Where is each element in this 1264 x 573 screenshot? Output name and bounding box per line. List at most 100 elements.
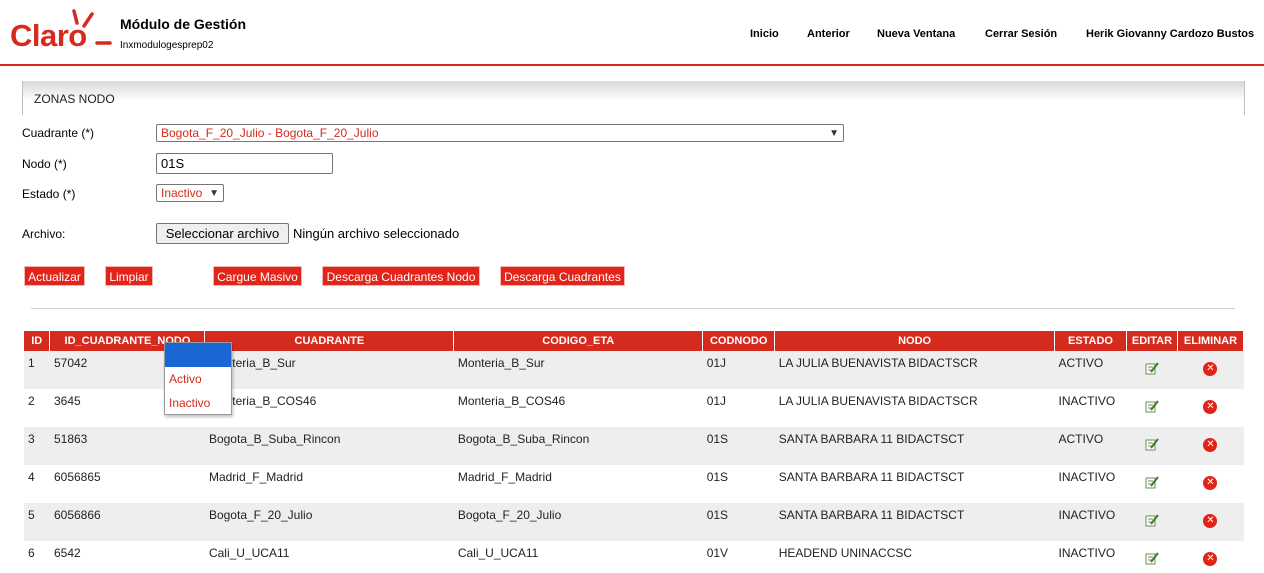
table-row: 5 6056866 Bogota_F_20_Julio Bogota_F_20_Jul… — [24, 503, 1244, 541]
cell-eliminar: ✕ — [1177, 541, 1244, 573]
cell-cuadrante: Bogota_B_Suba_Rincon — [204, 427, 454, 465]
nav-inicio[interactable]: Inicio — [750, 28, 779, 40]
archivo-label: Archivo: — [22, 227, 66, 241]
cell-cuadrante: Cali_U_UCA11 — [204, 541, 454, 573]
dropdown-option-inactivo[interactable]: Inactivo — [165, 391, 231, 415]
cell-id: 2 — [24, 389, 50, 427]
cell-nodo: SANTA BARBARA 11 BIDACTSCT — [774, 503, 1055, 541]
section-title: ZONAS NODO — [34, 92, 115, 106]
limpiar-button[interactable]: Limpiar — [105, 266, 153, 286]
cell-cuadrante: Monteria_B_COS46 — [204, 389, 454, 427]
cuadrante-select[interactable]: Bogota_F_20_Julio - Bogota_F_20_Julio ▼ — [156, 124, 844, 142]
col-cuadrante[interactable]: CUADRANTE — [204, 331, 455, 351]
edit-icon[interactable] — [1145, 362, 1159, 375]
cell-eliminar: ✕ — [1177, 389, 1244, 427]
chevron-down-icon: ▼ — [829, 128, 839, 139]
cell-cuadrante: Bogota_F_20_Julio — [204, 503, 454, 541]
section-bar: ZONAS NODO — [22, 81, 1245, 115]
table-row: 3 51863 Bogota_B_Suba_Rincon Bogota_B_Suba_… — [24, 427, 1244, 465]
cell-cuadrante: Madrid_F_Madrid — [204, 465, 454, 503]
cell-eliminar: ✕ — [1177, 427, 1244, 465]
cell-editar — [1126, 465, 1178, 503]
table-row: 4 6056865 Madrid_F_Madrid Madrid_F_Madrid 01… — [24, 465, 1244, 503]
cell-codigo-eta: Bogota_F_20_Julio — [453, 503, 703, 541]
claro-logo[interactable]: Claro — [8, 8, 114, 53]
cell-nodo: SANTA BARBARA 11 BIDACTSCT — [774, 427, 1055, 465]
cell-estado: INACTIVO — [1054, 389, 1127, 427]
cell-eliminar: ✕ — [1177, 503, 1244, 541]
cell-editar — [1126, 541, 1178, 573]
cell-estado: INACTIVO — [1054, 465, 1127, 503]
cell-cuadrante: Monteria_B_Sur — [204, 351, 454, 389]
delete-icon[interactable]: ✕ — [1203, 438, 1218, 452]
cell-nodo: LA JULIA BUENAVISTA BIDACTSCR — [774, 351, 1055, 389]
cell-codigo-eta: Monteria_B_Sur — [453, 351, 703, 389]
cell-editar — [1126, 351, 1178, 389]
cargue-masivo-button[interactable]: Cargue Masivo — [213, 266, 302, 286]
cell-estado: INACTIVO — [1054, 541, 1127, 573]
cell-eliminar: ✕ — [1177, 465, 1244, 503]
dropdown-option-activo[interactable]: Activo — [165, 367, 231, 391]
nav-nueva-ventana[interactable]: Nueva Ventana — [877, 28, 955, 40]
cell-id: 5 — [24, 503, 50, 541]
cell-codnodo: 01S — [702, 465, 775, 503]
edit-icon[interactable] — [1145, 552, 1159, 565]
cell-codnodo: 01V — [702, 541, 775, 573]
delete-icon[interactable]: ✕ — [1203, 400, 1218, 414]
cell-codnodo: 01S — [702, 427, 775, 465]
nodo-label: Nodo (*) — [22, 157, 67, 171]
edit-icon[interactable] — [1145, 476, 1159, 489]
nodo-input[interactable]: 01S — [156, 153, 333, 174]
cell-id-cuadrante-nodo: 6542 — [49, 541, 205, 573]
col-codigo-eta[interactable]: CODIGO_ETA — [453, 331, 704, 351]
cell-codigo-eta: Cali_U_UCA11 — [453, 541, 703, 573]
cuadrante-select-value: Bogota_F_20_Julio - Bogota_F_20_Julio — [161, 126, 379, 140]
cell-eliminar: ✕ — [1177, 351, 1244, 389]
col-id[interactable]: ID — [24, 331, 51, 351]
cell-id: 3 — [24, 427, 50, 465]
col-estado[interactable]: ESTADO — [1054, 331, 1127, 351]
delete-icon[interactable]: ✕ — [1203, 514, 1218, 528]
file-status-text: Ningún archivo seleccionado — [293, 226, 460, 241]
delete-icon[interactable]: ✕ — [1203, 552, 1218, 566]
cell-codigo-eta: Madrid_F_Madrid — [453, 465, 703, 503]
actualizar-button[interactable]: Actualizar — [24, 266, 85, 286]
cuadrante-label: Cuadrante (*) — [22, 126, 95, 140]
cell-codnodo: 01J — [702, 389, 775, 427]
cell-id-cuadrante-nodo: 6056866 — [49, 503, 205, 541]
app-subtitle: Inxmodulogesprep02 — [120, 40, 214, 51]
estado-select[interactable]: Inactivo ▼ — [156, 184, 224, 202]
cell-editar — [1126, 389, 1178, 427]
table-row: 6 6542 Cali_U_UCA11 Cali_U_UCA11 01V HEADEND … — [24, 541, 1244, 573]
cell-editar — [1126, 427, 1178, 465]
edit-icon[interactable] — [1145, 514, 1159, 527]
estado-select-value: Inactivo — [161, 186, 203, 200]
cell-codnodo: 01S — [702, 503, 775, 541]
edit-icon[interactable] — [1145, 400, 1159, 413]
nav-user-name[interactable]: Herik Giovanny Cardozo Bustos — [1086, 28, 1254, 40]
header: Claro Módulo de Gestión Inxmodulogesprep… — [0, 0, 1264, 66]
edit-icon[interactable] — [1145, 438, 1159, 451]
descarga-cuadrantes-nodo-button[interactable]: Descarga Cuadrantes Nodo — [322, 266, 480, 286]
app-title: Módulo de Gestión — [120, 16, 246, 32]
cell-estado: ACTIVO — [1054, 427, 1127, 465]
select-file-button[interactable]: Seleccionar archivo — [156, 223, 289, 244]
delete-icon[interactable]: ✕ — [1203, 476, 1218, 490]
cell-codigo-eta: Bogota_B_Suba_Rincon — [453, 427, 703, 465]
chevron-down-icon: ▼ — [209, 188, 219, 199]
nav-anterior[interactable]: Anterior — [807, 28, 850, 40]
cell-codnodo: 01J — [702, 351, 775, 389]
descarga-cuadrantes-button[interactable]: Descarga Cuadrantes — [500, 266, 625, 286]
cell-nodo: LA JULIA BUENAVISTA BIDACTSCR — [774, 389, 1055, 427]
dropdown-option-blank[interactable] — [165, 343, 231, 367]
nav-cerrar-sesion[interactable]: Cerrar Sesión — [985, 28, 1057, 40]
delete-icon[interactable]: ✕ — [1203, 362, 1218, 376]
cell-estado: ACTIVO — [1054, 351, 1127, 389]
col-codnodo[interactable]: CODNODO — [702, 331, 776, 351]
divider — [31, 308, 1235, 309]
cell-editar — [1126, 503, 1178, 541]
cell-nodo: SANTA BARBARA 11 BIDACTSCT — [774, 465, 1055, 503]
cell-nodo: HEADEND UNINACCSC — [774, 541, 1055, 573]
estado-dropdown-popup: Activo Inactivo — [164, 342, 232, 415]
col-nodo[interactable]: NODO — [774, 331, 1055, 351]
